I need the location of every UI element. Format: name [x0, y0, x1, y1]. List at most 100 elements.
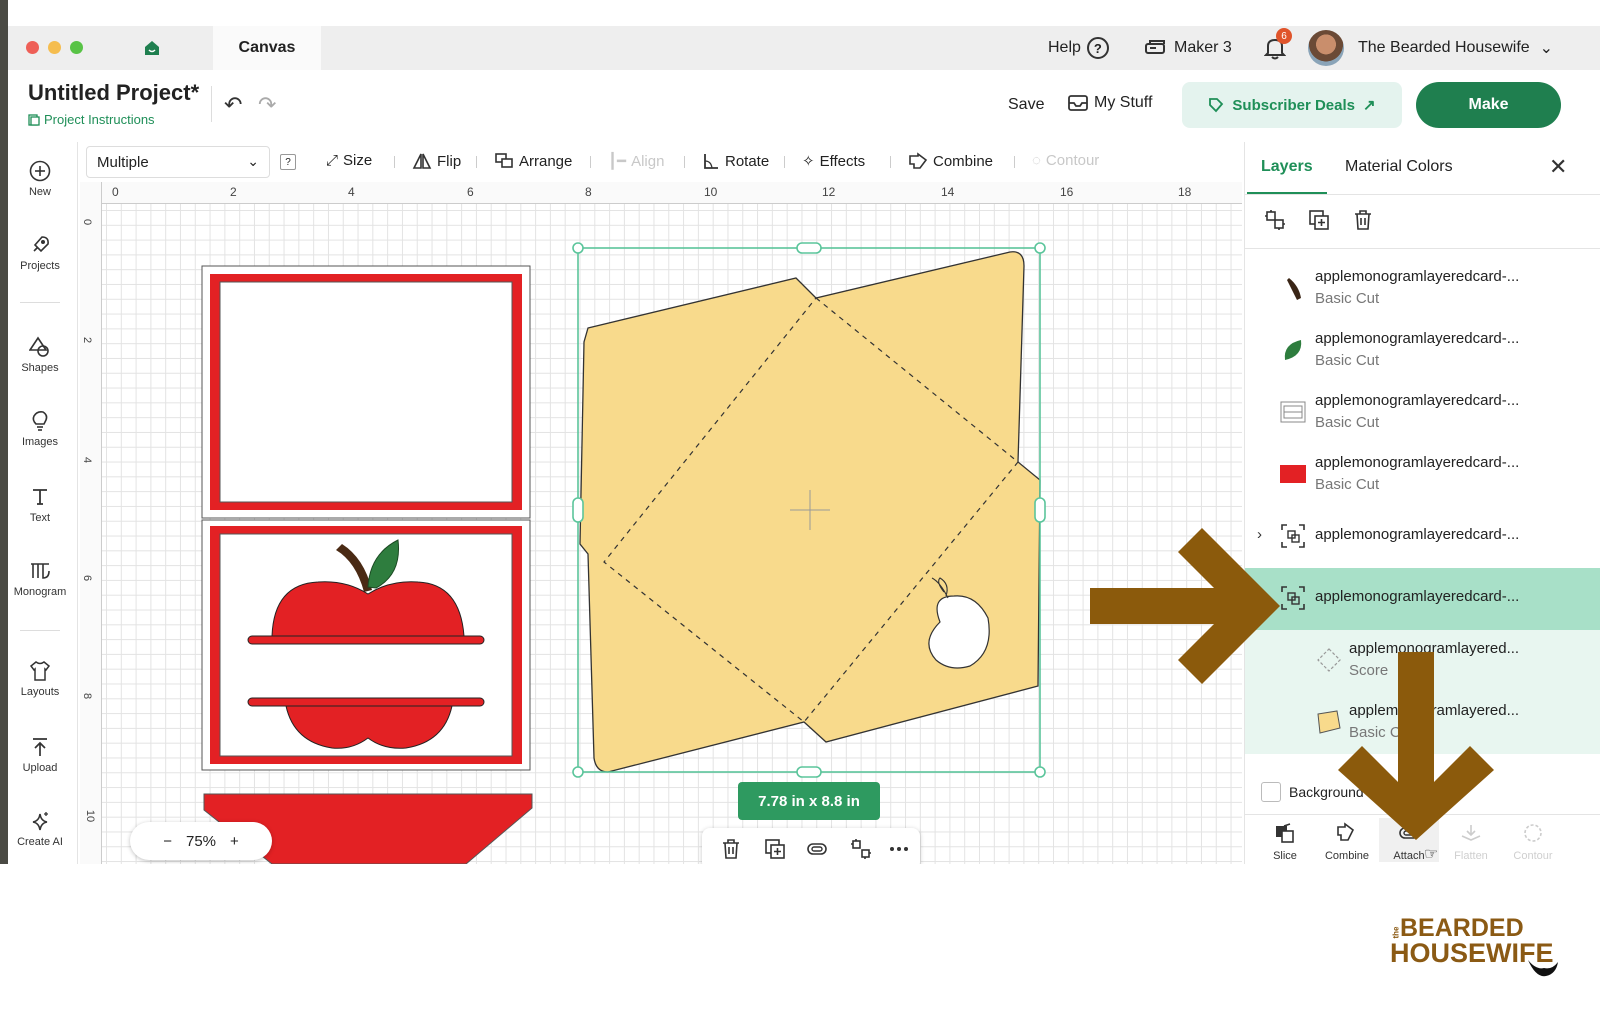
minimize-window-button[interactable] — [48, 41, 61, 54]
shirt-icon — [29, 661, 51, 681]
account-menu[interactable]: The Bearded Housewife ⌄ — [1308, 26, 1553, 70]
group-icon[interactable] — [1263, 208, 1287, 232]
question-icon: ? — [1086, 37, 1109, 59]
sidebar-item-images[interactable]: Images — [8, 410, 72, 448]
redo-icon[interactable]: ↷ — [258, 92, 276, 118]
flip-button[interactable]: Flip — [412, 152, 461, 170]
layer-group-row-selected[interactable]: ⌄ applemonogramlayeredcard-... — [1245, 568, 1600, 630]
monogram-icon — [31, 563, 50, 579]
sidebar-item-layouts[interactable]: Layouts — [8, 660, 72, 698]
divider — [684, 156, 685, 168]
sidebar-item-label: Upload — [22, 762, 58, 774]
make-button[interactable]: Make — [1416, 82, 1561, 128]
duplicate-icon[interactable] — [764, 838, 786, 860]
card-top-panel — [201, 265, 531, 519]
my-stuff-button[interactable]: My Stuff — [1068, 94, 1152, 112]
design-canvas[interactable]: 0 2 4 6 8 10 12 14 16 18 0 2 4 6 8 10 − … — [80, 182, 1242, 864]
stem-thumbnail — [1287, 278, 1301, 300]
zoom-in-button[interactable]: + — [230, 833, 239, 850]
more-icon[interactable] — [888, 838, 910, 860]
rotate-label: Rotate — [725, 152, 770, 170]
operation-select[interactable]: Multiple ⌄ — [86, 146, 270, 178]
divider — [394, 156, 395, 168]
sidebar-item-upload[interactable]: Upload — [8, 736, 72, 774]
divider — [784, 156, 785, 168]
resize-icon: ⤢ — [326, 152, 339, 169]
zoom-level: 75% — [185, 832, 217, 850]
divider — [476, 156, 477, 168]
arrange-button[interactable]: Arrange — [494, 152, 572, 170]
layer-row[interactable]: applemonogramlayeredcard-... Basic Cut — [1245, 320, 1600, 382]
ruler-tick: 10 — [704, 185, 718, 199]
tab-material-colors[interactable]: Material Colors — [1345, 158, 1453, 176]
sidebar-item-shapes[interactable]: Shapes — [8, 336, 72, 374]
sidebar-item-label: Shapes — [21, 362, 59, 374]
layer-operation: Basic Cut — [1315, 414, 1380, 431]
flip-label: Flip — [437, 152, 462, 170]
help-icon[interactable]: ? — [280, 154, 296, 170]
slice-button[interactable]: Slice — [1255, 818, 1315, 862]
layer-title: applemonogramlayeredcard-... — [1315, 330, 1520, 347]
rocket-icon — [33, 236, 49, 253]
align-button[interactable]: ┃━ Align — [608, 152, 664, 171]
document-icon — [28, 113, 40, 126]
home-icon[interactable] — [142, 38, 162, 58]
close-icon[interactable]: ✕ — [1549, 154, 1567, 180]
layer-row[interactable]: applemonogramlayeredcard-... Basic Cut — [1245, 444, 1600, 506]
card-apple-panel — [201, 519, 531, 771]
layer-row[interactable]: applemonogramlayeredcard-... Basic Cut — [1245, 382, 1600, 444]
layer-title: applemonogramlayeredcard-... — [1315, 588, 1520, 605]
inbox-icon — [1068, 95, 1088, 111]
sidebar-item-monogram[interactable]: Monogram — [8, 560, 72, 598]
group-icon[interactable] — [850, 838, 872, 860]
notifications-button[interactable]: 6 — [1264, 26, 1292, 70]
background-checkbox[interactable] — [1261, 782, 1281, 802]
contour-button[interactable]: ◌ Contour — [1032, 152, 1099, 169]
maximize-window-button[interactable] — [70, 41, 83, 54]
ruler-tick: 2 — [81, 336, 94, 344]
combine-button[interactable]: Combine — [908, 152, 993, 170]
subscriber-deals-button[interactable]: Subscriber Deals ↗ — [1182, 82, 1402, 128]
sidebar-item-text[interactable]: Text — [8, 486, 72, 524]
combine-label: Combine — [1324, 850, 1370, 862]
machine-selector[interactable]: Maker 3 — [1144, 26, 1232, 70]
sidebar-item-label: Layouts — [20, 686, 60, 698]
sparkle-icon — [32, 812, 48, 831]
layer-title: applemonogramlayeredcard-... — [1315, 268, 1520, 285]
close-window-button[interactable] — [26, 41, 39, 54]
attach-icon[interactable] — [806, 838, 828, 860]
help-button[interactable]: Help ? — [1048, 26, 1109, 70]
account-name: The Bearded Housewife — [1358, 39, 1530, 56]
project-instructions-label: Project Instructions — [44, 112, 155, 127]
layer-title: applemonogramlayeredcard-... — [1315, 526, 1520, 543]
ruler-tick: 8 — [81, 692, 94, 700]
left-sidebar: New Projects Shapes Images Text Monogram… — [8, 142, 78, 864]
sidebar-item-create-ai[interactable]: Create AI — [8, 810, 72, 848]
tab-layers[interactable]: Layers — [1261, 158, 1313, 176]
size-button[interactable]: ⤢ Size — [326, 152, 372, 169]
sidebar-item-projects[interactable]: Projects — [8, 234, 72, 272]
tab-canvas[interactable]: Canvas — [213, 26, 321, 70]
trash-icon[interactable] — [1351, 208, 1375, 232]
size-label: Size — [343, 152, 373, 169]
effects-button[interactable]: ✧ Effects — [802, 152, 865, 171]
undo-icon[interactable]: ↶ — [224, 92, 242, 118]
rotate-button[interactable]: Rotate — [702, 152, 769, 170]
trash-icon[interactable] — [720, 838, 742, 860]
layer-title: applemonogramlayeredcard-... — [1315, 392, 1520, 409]
contour-button[interactable]: Contour — [1503, 818, 1563, 862]
operation-select-value: Multiple — [97, 153, 149, 171]
layer-row[interactable]: applemonogramlayeredcard-... Basic Cut — [1245, 258, 1600, 320]
ruler-tick: 14 — [941, 185, 955, 199]
external-link-icon: ↗ — [1362, 97, 1376, 114]
app-window: Canvas Help ? Maker 3 6 The Bearded Hous… — [8, 26, 1600, 864]
layer-group-row[interactable]: › applemonogramlayeredcard-... — [1245, 506, 1600, 568]
sidebar-item-label: Create AI — [17, 836, 63, 848]
duplicate-icon[interactable] — [1307, 208, 1331, 232]
zoom-out-button[interactable]: − — [163, 833, 172, 850]
project-instructions-link[interactable]: Project Instructions — [28, 112, 155, 127]
save-button[interactable]: Save — [1008, 96, 1044, 114]
sidebar-item-new[interactable]: New — [8, 160, 72, 198]
flip-icon — [412, 153, 432, 169]
project-title[interactable]: Untitled Project* — [28, 80, 199, 106]
